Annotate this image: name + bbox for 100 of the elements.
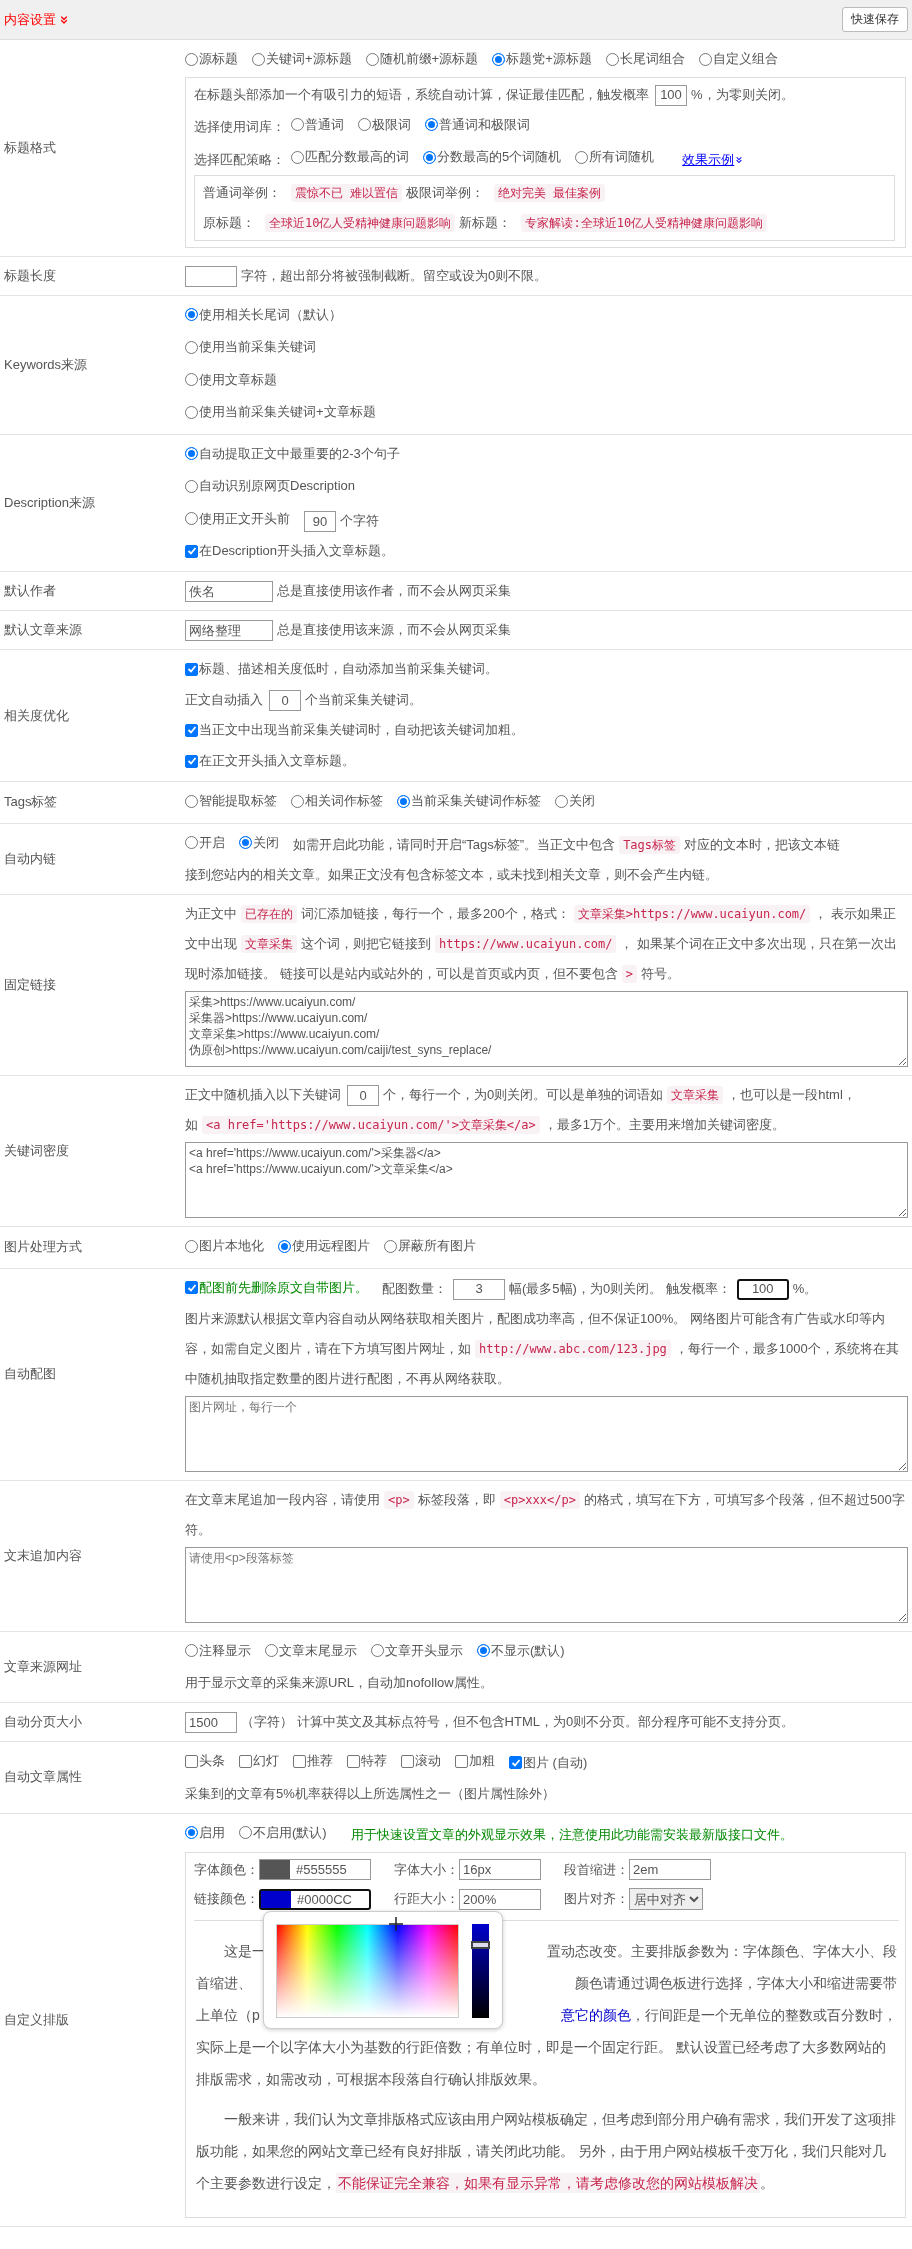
radio-option[interactable]: 随机前缀+源标题: [365, 44, 479, 74]
color-field[interactable]: #555555: [259, 1859, 371, 1880]
radio-button[interactable]: [265, 1644, 278, 1657]
checkbox-option[interactable]: 滚动: [401, 1746, 441, 1776]
radio-option[interactable]: 关键词+源标题: [252, 44, 352, 74]
text-field[interactable]: 网络整理: [185, 620, 273, 642]
text-area[interactable]: 图片网址，每行一个: [185, 1395, 908, 1472]
radio-button[interactable]: [371, 1644, 384, 1657]
radio-option[interactable]: 源标题: [185, 44, 238, 74]
radio-button[interactable]: [698, 52, 712, 66]
text-field[interactable]: 0: [269, 690, 301, 712]
radio-option[interactable]: 相关词作标签: [291, 786, 383, 816]
example-link[interactable]: 效果示例: [682, 144, 745, 175]
radio-button[interactable]: [605, 52, 619, 66]
radio-option[interactable]: 启用: [185, 1817, 225, 1848]
color-spectrum[interactable]: [276, 1923, 459, 2018]
radio-button[interactable]: [423, 150, 436, 164]
radio-option[interactable]: 图片本地化: [185, 1231, 264, 1261]
checkbox-option[interactable]: 配图前先删除原文自带图片。: [185, 1272, 368, 1303]
slider-thumb[interactable]: [471, 1940, 490, 1949]
align-select[interactable]: 居中对齐: [629, 1888, 703, 1910]
checkbox-option[interactable]: 在正文开头插入文章标题。: [185, 746, 355, 776]
checkbox-option[interactable]: 特荐: [347, 1746, 387, 1776]
radio-option[interactable]: 普通词和极限词: [425, 109, 530, 140]
radio-option[interactable]: 标题党+源标题: [492, 44, 592, 74]
radio-option[interactable]: 使用当前采集关键词: [185, 332, 316, 362]
radio-button[interactable]: [384, 1239, 397, 1253]
save-button[interactable]: 快速保存: [842, 7, 908, 32]
radio-option[interactable]: 智能提取标签: [185, 786, 277, 816]
radio-option[interactable]: 使用当前采集关键词+文章标题: [185, 397, 376, 427]
text-field[interactable]: [185, 265, 237, 287]
radio-option[interactable]: 文章开头显示: [371, 1635, 463, 1666]
checkbox[interactable]: [455, 1754, 468, 1768]
radio-button[interactable]: [425, 118, 438, 131]
radio-button[interactable]: [365, 52, 379, 66]
radio-button[interactable]: [239, 1826, 252, 1839]
radio-option[interactable]: 不启用(默认): [239, 1817, 327, 1848]
checkbox[interactable]: [185, 1281, 198, 1294]
checkbox-option[interactable]: 当正文中出现当前采集关键词时，自动把该关键词加粗。: [185, 715, 524, 745]
checkbox[interactable]: [293, 1754, 306, 1768]
radio-button[interactable]: [278, 1239, 291, 1253]
radio-option[interactable]: 长尾词组合: [605, 44, 685, 74]
radio-button[interactable]: [185, 1644, 198, 1657]
text-field[interactable]: 0: [347, 1085, 379, 1107]
radio-button[interactable]: [185, 52, 198, 66]
checkbox[interactable]: [185, 723, 198, 737]
radio-button[interactable]: [185, 1826, 198, 1839]
section-title[interactable]: 内容设置: [4, 10, 70, 29]
radio-button[interactable]: [185, 512, 198, 525]
text-field[interactable]: 90: [304, 511, 336, 533]
radio-option[interactable]: 分数最高的5个词随机: [423, 142, 562, 172]
text-field[interactable]: 3: [453, 1278, 505, 1300]
radio-option[interactable]: 文章末尾显示: [265, 1635, 357, 1666]
radio-option[interactable]: 自动提取正文中最重要的2-3个句子: [185, 438, 400, 469]
checkbox[interactable]: [509, 1756, 522, 1769]
radio-option[interactable]: 不显示(默认): [477, 1635, 565, 1666]
radio-option[interactable]: 使用文章标题: [185, 364, 277, 395]
text-field[interactable]: 100: [655, 84, 687, 106]
radio-button[interactable]: [291, 150, 304, 164]
checkbox-option[interactable]: 加粗: [455, 1746, 495, 1776]
radio-button[interactable]: [185, 340, 198, 354]
text-field[interactable]: 16px: [459, 1859, 541, 1880]
checkbox[interactable]: [185, 754, 198, 768]
radio-option[interactable]: 关闭: [555, 786, 595, 816]
radio-button[interactable]: [185, 479, 198, 493]
radio-button[interactable]: [291, 118, 304, 131]
radio-option[interactable]: 极限词: [358, 109, 411, 140]
text-area[interactable]: 请使用<p>段落标签: [185, 1546, 908, 1623]
radio-option[interactable]: 开启: [185, 827, 225, 858]
checkbox[interactable]: [185, 1754, 198, 1768]
checkbox-option[interactable]: 头条: [185, 1746, 225, 1776]
radio-button[interactable]: [252, 52, 265, 66]
checkbox-option[interactable]: 图片 (自动): [509, 1747, 588, 1778]
radio-option[interactable]: 匹配分数最高的词: [291, 142, 409, 172]
radio-button[interactable]: [185, 373, 198, 386]
radio-button[interactable]: [555, 794, 568, 808]
radio-button[interactable]: [185, 1239, 198, 1253]
checkbox[interactable]: [347, 1754, 360, 1768]
radio-button[interactable]: [477, 1644, 490, 1657]
radio-button[interactable]: [358, 118, 371, 131]
radio-option[interactable]: 使用相关长尾词（默认）: [185, 299, 342, 330]
radio-button[interactable]: [185, 405, 198, 419]
radio-button[interactable]: [575, 150, 589, 164]
radio-button[interactable]: [492, 52, 506, 66]
radio-button[interactable]: [239, 836, 252, 849]
text-field[interactable]: 1500: [185, 1712, 237, 1734]
radio-option[interactable]: 普通词: [291, 109, 344, 140]
text-area[interactable]: 采集>https://www.ucaiyun.com/ 采集器>https://www.ucaiyun.com/ 文章采集>https://www.ucaiyun.com/ 伪原创>https://www.ucaiyun.com/caiji/test_syns_replace/: [185, 991, 908, 1067]
radio-option[interactable]: 关闭: [239, 827, 279, 858]
radio-button[interactable]: [185, 308, 198, 321]
radio-option[interactable]: 使用远程图片: [278, 1231, 370, 1261]
radio-option[interactable]: 屏蔽所有图片: [384, 1231, 476, 1261]
radio-option[interactable]: 注释显示: [185, 1635, 251, 1666]
radio-button[interactable]: [185, 794, 198, 808]
checkbox[interactable]: [185, 544, 198, 558]
text-field[interactable]: 佚名: [185, 581, 273, 603]
radio-option[interactable]: 当前采集关键词作标签: [397, 786, 541, 816]
radio-option[interactable]: 所有词随机: [575, 142, 655, 172]
text-field[interactable]: 200%: [459, 1888, 541, 1910]
radio-option[interactable]: 自定义组合: [698, 44, 778, 74]
